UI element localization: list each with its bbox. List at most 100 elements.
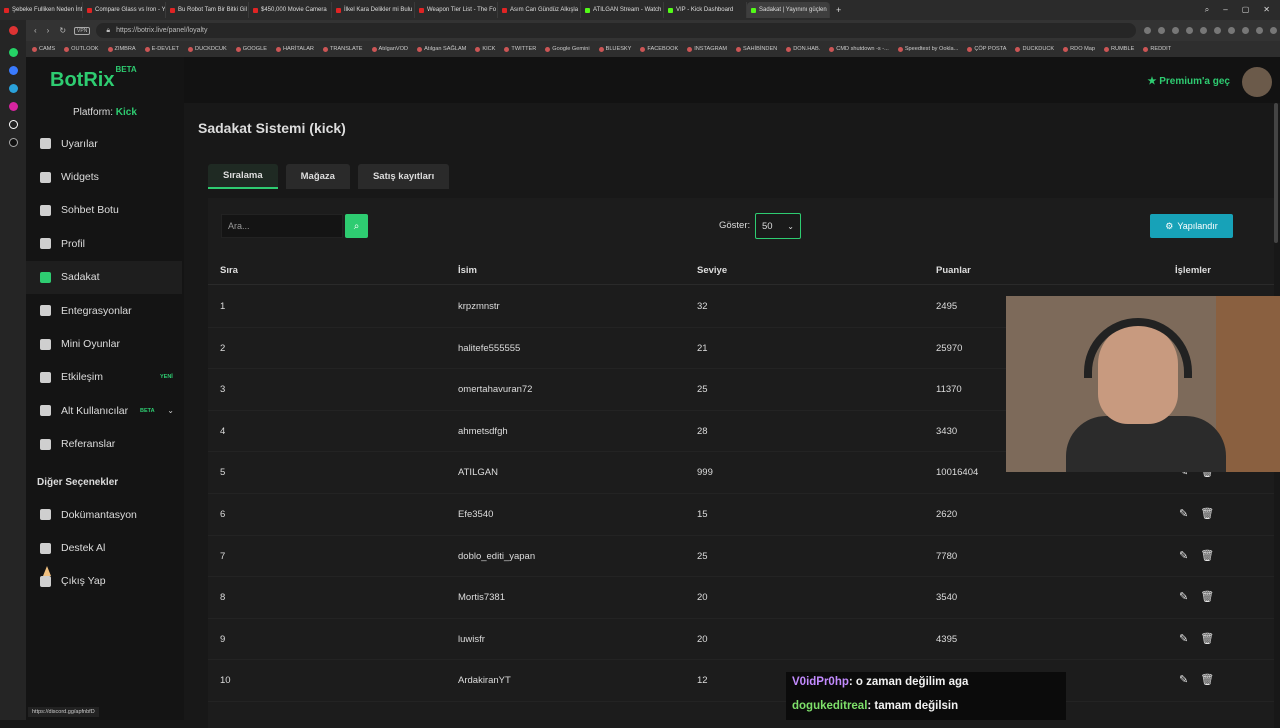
tiktok-icon[interactable]	[8, 120, 18, 129]
bookmark-item[interactable]: DON.HAB.	[786, 46, 820, 52]
level-cell: 20	[697, 633, 708, 645]
bookmark-item[interactable]: REDDIT	[1143, 46, 1171, 52]
bookmark-item[interactable]: CMD shutdown -s -...	[829, 46, 889, 52]
browser-tab[interactable]: VIP - Kick Dashboard	[664, 2, 747, 18]
bookmark-item[interactable]: TWITTER	[504, 46, 536, 52]
bookmark-item[interactable]: Atılgan SAĞLAM	[417, 46, 466, 52]
x-icon[interactable]	[8, 138, 18, 147]
edit-icon[interactable]: ✎	[1179, 507, 1188, 520]
sidebar-item-gamepad[interactable]: Mini Oyunlar	[26, 327, 182, 360]
edit-icon[interactable]: ✎	[1179, 632, 1188, 645]
extension-icon[interactable]	[1186, 27, 1194, 34]
back-icon[interactable]: ‹	[34, 26, 37, 35]
bookmark-item[interactable]: RDO Map	[1063, 46, 1095, 52]
bookmark-item[interactable]: INSTAGRAM	[687, 46, 727, 52]
sidebar-item-music[interactable]: Etkileşim YENİ	[26, 361, 182, 394]
bookmark-item[interactable]: DUCKDCUK	[188, 46, 227, 52]
browser-tab[interactable]: Weapon Tier List - The Fo	[415, 2, 498, 18]
bookmark-item[interactable]: KICK	[475, 46, 495, 52]
sidebar-item-users[interactable]: Alt Kullanıcılar BETA ⌄	[26, 394, 182, 427]
edit-icon[interactable]: ✎	[1179, 590, 1188, 603]
bookmark-item[interactable]: OUTLOOK	[64, 46, 99, 52]
bookmark-item[interactable]: SAHİBİNDEN	[736, 46, 777, 52]
tab-sales-log[interactable]: Satış kayıtları	[357, 164, 450, 189]
bookmark-item[interactable]: FACEBOOK	[640, 46, 678, 52]
new-tab-button[interactable]: +	[830, 5, 847, 15]
bookmark-item[interactable]: AtılganVOD	[371, 46, 408, 52]
sidebar-item-question[interactable]: Destek Al	[26, 531, 182, 564]
forward-icon[interactable]: ›	[47, 26, 50, 35]
browser-tab[interactable]: İlkel Kara Delikler mi Bulu	[332, 2, 415, 18]
configure-button[interactable]: ⚙ Yapılandır	[1150, 214, 1233, 238]
column-header-points[interactable]: Puanlar	[936, 265, 971, 276]
bookmark-item[interactable]: GOOGLE	[235, 46, 267, 52]
bookmark-item[interactable]: Speedtest by Ookla...	[897, 46, 958, 52]
browser-tab[interactable]: ATILGAN Stream - Watch	[581, 2, 664, 18]
bookmark-item[interactable]: TRANSLATE	[322, 46, 363, 52]
scrollbar[interactable]	[1274, 103, 1278, 243]
extension-icon[interactable]	[1256, 27, 1264, 34]
maximize-button[interactable]: ▢	[1242, 5, 1250, 15]
extension-icon[interactable]	[1172, 27, 1180, 34]
opera-logo-icon[interactable]	[8, 26, 18, 35]
sidebar-item-grid[interactable]: Widgets	[26, 160, 182, 193]
tab-store[interactable]: Mağaza	[285, 164, 350, 189]
extension-icon[interactable]	[1270, 27, 1278, 34]
browser-tab[interactable]: Compare Glass vs Iron - Y	[83, 2, 166, 18]
sidebar-item-plug[interactable]: Entegrasyonlar	[26, 294, 182, 327]
extension-icon[interactable]	[1158, 27, 1166, 34]
bookmark-item[interactable]: Google Gemini	[545, 46, 590, 52]
botrix-logo[interactable]: BotRixBETA	[50, 65, 137, 92]
column-header-level[interactable]: Seviye	[697, 265, 727, 276]
edit-icon[interactable]: ✎	[1179, 673, 1188, 686]
bookmark-item[interactable]: ÇÖP POSTA	[967, 46, 1006, 52]
browser-tab[interactable]: Asım Can Gündüz Alkışla	[498, 2, 581, 18]
telegram-icon[interactable]	[8, 84, 18, 93]
premium-button[interactable]: ★ Premium'a geç	[1148, 76, 1231, 87]
extension-icon[interactable]	[1214, 27, 1222, 34]
bookmark-item[interactable]: CAMS	[32, 46, 55, 52]
trash-icon[interactable]: 🗑︎	[1200, 632, 1214, 645]
sidebar-item-book[interactable]: Dokümantasyon	[26, 498, 182, 531]
bookmark-item[interactable]: RUMBLE	[1104, 46, 1134, 52]
bookmark-item[interactable]: BLUESKY	[598, 46, 631, 52]
instagram-icon[interactable]	[8, 102, 18, 111]
search-input[interactable]: Ara...	[221, 214, 343, 238]
search-tabs-icon[interactable]: ⌕	[1205, 5, 1209, 15]
trash-icon[interactable]: 🗑︎	[1200, 590, 1214, 603]
edit-icon[interactable]: ✎	[1179, 549, 1188, 562]
avatar[interactable]	[1242, 67, 1272, 97]
messenger-icon[interactable]	[8, 66, 18, 75]
minimize-button[interactable]: –	[1223, 5, 1227, 15]
sidebar-item-warning[interactable]: Uyarılar	[26, 127, 182, 160]
close-window-button[interactable]: ✕	[1263, 5, 1270, 15]
trash-icon[interactable]: 🗑︎	[1200, 549, 1214, 562]
reload-icon[interactable]: ↻	[59, 26, 66, 35]
extension-icon[interactable]	[1144, 27, 1152, 34]
bookmark-item[interactable]: DUCKDUCK	[1015, 46, 1054, 52]
trash-icon[interactable]: 🗑︎	[1200, 507, 1214, 520]
sidebar-item-id-card[interactable]: Profil	[26, 227, 182, 260]
column-header-rank[interactable]: Sıra	[220, 265, 238, 276]
sidebar-item-trophy[interactable]: Sadakat	[26, 260, 182, 294]
vpn-badge[interactable]: VPN	[74, 26, 91, 35]
search-button[interactable]: ⌕	[345, 214, 368, 238]
bookmark-item[interactable]: HARİTALAR	[275, 46, 314, 52]
browser-tab[interactable]: Bu Robot Tam Bir Bitki Gil	[166, 2, 249, 18]
browser-tab-active[interactable]: Sadakat | Yayınını güçlen	[747, 2, 830, 18]
column-header-name[interactable]: İsim	[458, 265, 477, 276]
bookmark-item[interactable]: ZIMBRA	[107, 46, 136, 52]
page-size-select[interactable]: 50 ⌄	[755, 213, 801, 239]
extension-icon[interactable]	[1200, 27, 1208, 34]
whatsapp-icon[interactable]	[8, 48, 18, 57]
extension-icon[interactable]	[1228, 27, 1236, 34]
extension-icon[interactable]	[1242, 27, 1250, 34]
sidebar-item-user-group[interactable]: Referanslar	[26, 428, 182, 461]
sidebar-item-robot[interactable]: Sohbet Botu	[26, 194, 182, 227]
url-field[interactable]: 🔒︎ https://botrix.live/panel/loyalty	[96, 23, 1137, 38]
tab-ranking[interactable]: Sıralama	[208, 164, 278, 189]
browser-tab[interactable]: Şebeke Fulliken Neden İnt	[0, 2, 83, 18]
trash-icon[interactable]: 🗑︎	[1200, 673, 1214, 686]
browser-tab[interactable]: $450,000 Movie Camera	[249, 2, 332, 18]
bookmark-item[interactable]: E-DEVLET	[144, 46, 179, 52]
